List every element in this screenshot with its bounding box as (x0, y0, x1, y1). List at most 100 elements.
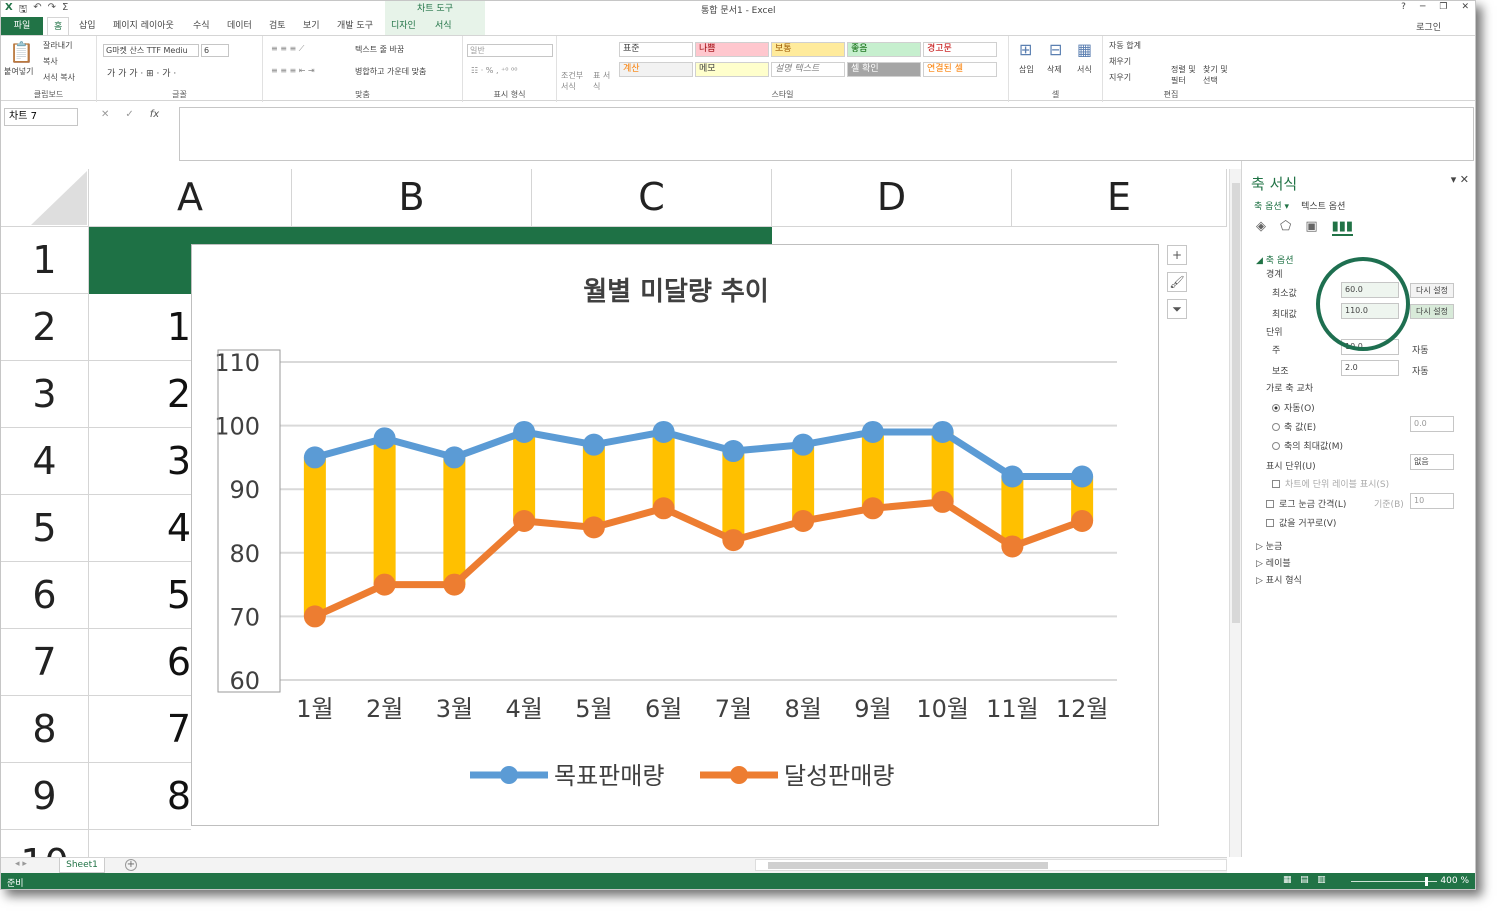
log-base-input[interactable]: 10 (1410, 493, 1454, 509)
column-header-e[interactable]: E (1012, 169, 1227, 227)
row-header[interactable]: 1 (1, 227, 89, 294)
copy-button[interactable]: 복사 (43, 56, 58, 67)
tab-file[interactable]: 파일 (1, 17, 43, 35)
style-linked-cell[interactable]: 연결된 셀 (923, 62, 997, 77)
labels-section[interactable]: ▷ 레이블 (1256, 556, 1291, 569)
cell-a6[interactable]: 5 (89, 562, 191, 629)
formula-input[interactable] (179, 107, 1474, 161)
number-section[interactable]: ▷ 표시 형식 (1256, 573, 1302, 586)
sheet-nav-arrows[interactable]: ◂ ▸ (15, 859, 27, 869)
format-painter-button[interactable]: 서식 복사 (43, 72, 75, 83)
show-units-checkbox[interactable]: 차트에 단위 레이블 표시(S) (1272, 477, 1389, 490)
cell-a2[interactable]: 1 (89, 294, 191, 361)
number-format-icons[interactable]: ☷ · % , ⁺⁰ ⁰⁰ (471, 66, 517, 75)
style-explanatory[interactable]: 설명 텍스트 (771, 62, 845, 77)
style-neutral[interactable]: 보통 (771, 42, 845, 57)
scroll-thumb[interactable] (1232, 183, 1240, 623)
cross-value-input[interactable]: 0.0 (1410, 416, 1454, 432)
column-header-a[interactable]: A (89, 169, 292, 227)
find-select-button[interactable]: 찾기 및 선택 (1203, 64, 1233, 86)
row-header[interactable]: 10 (1, 830, 89, 857)
cell-a8[interactable]: 7 (89, 696, 191, 763)
font-size-select[interactable]: 6 (201, 44, 229, 57)
tab-page-layout[interactable]: 페이지 레이아웃 (107, 17, 180, 35)
max-reset-button[interactable]: 다시 설정 (1410, 304, 1454, 319)
wrap-text-button[interactable]: 텍스트 줄 바꿈 (355, 44, 404, 55)
sort-filter-button[interactable]: 정렬 및 필터 (1171, 64, 1199, 86)
style-calculation[interactable]: 계산 (619, 62, 693, 77)
sheet-tab-sheet1[interactable]: Sheet1 (59, 858, 105, 873)
style-bad[interactable]: 나쁨 (695, 42, 769, 57)
delete-cells-icon[interactable]: ⊟ (1049, 40, 1062, 59)
cut-button[interactable]: 잘라내기 (43, 40, 72, 51)
row-header[interactable]: 9 (1, 763, 89, 830)
column-header-d[interactable]: D (772, 169, 1012, 227)
tab-data[interactable]: 데이터 (221, 17, 258, 35)
font-style-buttons[interactable]: 가 가 가 · ⊞ · 가 · (107, 66, 176, 79)
minor-unit-input[interactable]: 2.0 (1341, 360, 1399, 376)
delete-cells-button[interactable]: 삭제 (1047, 64, 1062, 75)
row-header[interactable]: 2 (1, 294, 89, 361)
cell-a7[interactable]: 6 (89, 629, 191, 696)
tick-marks-section[interactable]: ▷ 눈금 (1256, 539, 1282, 552)
cross-value-radio[interactable]: 축 값(E) (1272, 420, 1316, 433)
chart-filters-button[interactable]: ⏷ (1167, 299, 1187, 319)
style-good[interactable]: 좋음 (847, 42, 921, 57)
vertical-scrollbar[interactable] (1229, 169, 1241, 857)
select-all-corner[interactable] (1, 169, 89, 227)
row-header[interactable]: 7 (1, 629, 89, 696)
align-icons-2[interactable]: ≡ ≡ ≡ ⇤ ⇥ (271, 66, 315, 75)
paste-button[interactable]: 붙여넣기 (4, 66, 33, 77)
insert-cells-icon[interactable]: ⊞ (1019, 40, 1032, 59)
minimize-button[interactable]: ─ (1420, 2, 1425, 12)
tab-view[interactable]: 보기 (297, 17, 326, 35)
format-cells-icon[interactable]: ▦ (1077, 40, 1092, 59)
tab-axis-options[interactable]: 축 옵션 ▾ (1254, 199, 1289, 212)
row-header[interactable]: 3 (1, 361, 89, 428)
axis-options-section[interactable]: ◢ 축 옵션 (1256, 253, 1293, 266)
horizontal-scrollbar[interactable] (755, 859, 1227, 871)
number-format-select[interactable]: 일반 (467, 44, 553, 57)
align-icons[interactable]: ≡ ≡ ≡ ⟋ (271, 44, 304, 54)
reverse-values-checkbox[interactable]: 값을 거꾸로(V) (1266, 516, 1336, 529)
clear-button[interactable]: 지우기 (1109, 72, 1131, 83)
paste-icon[interactable]: 📋 (9, 40, 34, 64)
row-header[interactable]: 8 (1, 696, 89, 763)
enter-icon[interactable]: ✓ (125, 109, 133, 120)
min-reset-button[interactable]: 다시 설정 (1410, 283, 1454, 298)
fill-button[interactable]: 채우기 (1109, 56, 1131, 67)
login-link[interactable]: 로그인 (1416, 20, 1441, 33)
tab-home[interactable]: 홈 (47, 17, 70, 35)
log-scale-checkbox[interactable]: 로그 눈금 간격(L) (1266, 497, 1346, 510)
effects-icon[interactable]: ⬠ (1280, 219, 1291, 236)
cell-a3[interactable]: 2 (89, 361, 191, 428)
row-header[interactable]: 5 (1, 495, 89, 562)
tab-formulas[interactable]: 수식 (187, 17, 216, 35)
cell-a5[interactable]: 4 (89, 495, 191, 562)
tab-text-options[interactable]: 텍스트 옵션 (1301, 199, 1345, 212)
close-button[interactable]: ✕ (1461, 2, 1469, 12)
style-normal[interactable]: 표준 (619, 42, 693, 57)
format-cells-button[interactable]: 서식 (1077, 64, 1092, 75)
cancel-icon[interactable]: ✕ (101, 109, 109, 120)
merge-center-button[interactable]: 병합하고 가운데 맞춤 (355, 66, 426, 77)
tab-chart-format[interactable]: 서식 (429, 17, 485, 35)
row-header[interactable]: 6 (1, 562, 89, 629)
chart-elements-button[interactable]: + (1167, 245, 1187, 265)
column-header-c[interactable]: C (532, 169, 772, 227)
cross-max-radio[interactable]: 축의 최대값(M) (1272, 439, 1343, 452)
line-chart[interactable]: 월별 미달량 추이 60 70 80 90 100 110 1월 2월 3월 4월 5월 6월 7월 8월 9… (191, 244, 1159, 826)
row-header[interactable]: 4 (1, 428, 89, 495)
style-warning[interactable]: 경고문 (923, 42, 997, 57)
cell-a4[interactable]: 3 (89, 428, 191, 495)
font-name-select[interactable]: G마켓 산스 TTF Mediu (103, 44, 199, 57)
cell-a9[interactable]: 8 (89, 763, 191, 830)
hscroll-thumb[interactable] (768, 862, 1048, 869)
zoom-slider-knob[interactable] (1425, 877, 1428, 886)
chart-styles-button[interactable]: 🖌 (1167, 272, 1187, 292)
insert-cells-button[interactable]: 삽입 (1019, 64, 1034, 75)
tab-insert[interactable]: 삽입 (73, 17, 102, 35)
help-button[interactable]: ? (1401, 2, 1406, 12)
tab-review[interactable]: 검토 (263, 17, 292, 35)
restore-button[interactable]: ❐ (1439, 2, 1447, 12)
